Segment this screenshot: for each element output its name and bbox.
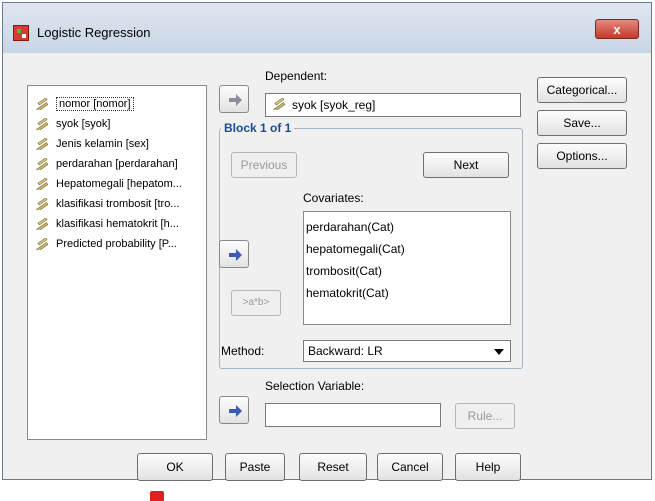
covariate-item[interactable]: hepatomegali(Cat) <box>306 238 508 260</box>
dropdown-caret-icon <box>494 349 504 355</box>
cancel-button[interactable]: Cancel <box>377 453 443 481</box>
right-arrow-icon <box>229 94 242 106</box>
pencil-ruler-icon <box>36 238 49 250</box>
covariate-item[interactable]: trombosit(Cat) <box>306 260 508 282</box>
pencil-ruler-icon <box>36 138 49 150</box>
block-title: Block 1 of 1 <box>221 121 295 135</box>
covariate-item[interactable]: perdarahan(Cat) <box>306 216 508 238</box>
variable-item[interactable]: klasifikasi trombosit [tro... <box>28 194 206 214</box>
variable-item[interactable]: perdarahan [perdarahan] <box>28 154 206 174</box>
help-button[interactable]: Help <box>455 453 521 481</box>
selection-variable-field[interactable] <box>265 403 441 427</box>
close-button[interactable]: x <box>595 19 639 39</box>
pencil-ruler-icon <box>36 218 49 230</box>
right-arrow-icon <box>229 249 242 261</box>
pencil-ruler-icon <box>36 178 49 190</box>
window-title: Logistic Regression <box>37 25 151 40</box>
move-to-selection-button[interactable] <box>219 396 249 424</box>
variable-label: klasifikasi hematokrit [h... <box>56 218 179 230</box>
selection-variable-label: Selection Variable: <box>265 379 365 393</box>
pencil-ruler-icon <box>36 198 49 210</box>
variable-label: perdarahan [perdarahan] <box>56 158 178 170</box>
move-to-covariates-button[interactable] <box>219 240 249 268</box>
variable-label: syok [syok] <box>56 118 111 130</box>
variable-label: klasifikasi trombosit [tro... <box>56 198 180 210</box>
variable-item[interactable]: nomor [nomor] <box>28 94 206 114</box>
categorical-button[interactable]: Categorical... <box>537 77 627 103</box>
dependent-label: Dependent: <box>265 69 328 83</box>
interaction-button[interactable]: >a*b> <box>231 290 281 316</box>
method-value: Backward: LR <box>308 344 383 358</box>
dialog-body: nomor [nomor] syok [syok] Jenis kelamin [s… <box>9 55 645 481</box>
variable-label: Predicted probability [P... <box>56 238 177 250</box>
options-button[interactable]: Options... <box>537 143 627 169</box>
previous-button[interactable]: Previous <box>231 152 297 178</box>
covariates-list[interactable]: perdarahan(Cat) hepatomegali(Cat) trombosi… <box>303 211 511 325</box>
spss-app-icon <box>13 25 29 41</box>
dependent-value: syok [syok_reg] <box>292 98 376 112</box>
variable-label: nomor [nomor] <box>56 97 134 111</box>
save-button[interactable]: Save... <box>537 110 627 136</box>
covariates-label: Covariates: <box>303 191 364 205</box>
logistic-regression-dialog: Logistic Regression x nomor [nomor] syok … <box>2 2 652 481</box>
pencil-ruler-icon <box>36 118 49 130</box>
method-select[interactable]: Backward: LR <box>303 340 511 362</box>
pencil-ruler-icon <box>273 98 286 110</box>
paste-button[interactable]: Paste <box>225 453 285 481</box>
covariate-item[interactable]: hematokrit(Cat) <box>306 282 508 304</box>
pencil-ruler-icon <box>36 158 49 170</box>
variable-item[interactable]: Hepatomegali [hepatom... <box>28 174 206 194</box>
next-button[interactable]: Next <box>423 152 509 178</box>
dependent-field[interactable]: syok [syok_reg] <box>265 93 521 117</box>
rule-button[interactable]: Rule... <box>455 403 515 429</box>
reset-button[interactable]: Reset <box>299 453 367 481</box>
variable-item[interactable]: klasifikasi hematokrit [h... <box>28 214 206 234</box>
variable-item[interactable]: Predicted probability [P... <box>28 234 206 254</box>
ok-button[interactable]: OK <box>137 453 213 481</box>
variable-list[interactable]: nomor [nomor] syok [syok] Jenis kelamin [s… <box>27 85 207 440</box>
right-arrow-icon <box>229 405 242 417</box>
move-to-dependent-button[interactable] <box>219 85 249 113</box>
pencil-ruler-icon <box>36 98 49 110</box>
method-label: Method: <box>221 344 265 358</box>
variable-item[interactable]: syok [syok] <box>28 114 206 134</box>
title-bar: Logistic Regression x <box>3 3 651 53</box>
variable-item[interactable]: Jenis kelamin [sex] <box>28 134 206 154</box>
variable-label: Jenis kelamin [sex] <box>56 138 149 150</box>
variable-label: Hepatomegali [hepatom... <box>56 178 182 190</box>
